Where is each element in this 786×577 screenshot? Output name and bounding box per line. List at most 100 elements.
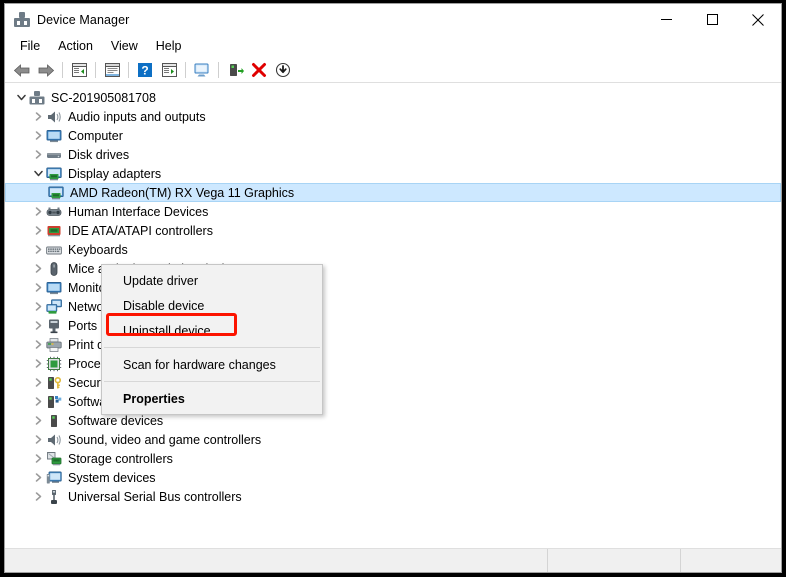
tree-item-label: Storage controllers [68,451,173,466]
tree-item-disk-drives[interactable]: Disk drives [5,145,781,164]
chevron-right-icon[interactable] [30,223,46,239]
speaker-icon [46,432,62,448]
chevron-right-icon[interactable] [30,489,46,505]
tree-item-computer[interactable]: Computer [5,126,781,145]
back-arrow-icon[interactable] [10,59,34,81]
mouse-icon [46,261,62,277]
tree-item-keyboards[interactable]: Keyboards [5,240,781,259]
keyboard-icon [46,242,62,258]
chevron-right-icon[interactable] [30,128,46,144]
tree-item-human-interface-devices[interactable]: Human Interface Devices [5,202,781,221]
menu-file[interactable]: File [11,37,49,56]
status-bar [5,548,781,572]
processor-icon [46,356,62,372]
title-bar: Device Manager [5,4,781,35]
chevron-right-icon[interactable] [30,318,46,334]
show-hide-console-tree-icon[interactable] [67,59,91,81]
tree-root-node[interactable]: SC-201905081708 [5,88,781,107]
system-device-icon [46,470,62,486]
maximize-button[interactable] [689,4,735,35]
tree-item-amd-radeon-graphics[interactable]: AMD Radeon(TM) RX Vega 11 Graphics [5,183,781,202]
help-icon[interactable]: ? [133,59,157,81]
disk-drive-icon [46,147,62,163]
context-menu-item-disable-device[interactable]: Disable device [102,293,322,318]
menu-view[interactable]: View [102,37,147,56]
update-driver-icon[interactable] [157,59,181,81]
printer-icon [46,337,62,353]
chevron-right-icon[interactable] [30,413,46,429]
tree-item-universal-serial-bus-controllers[interactable]: Universal Serial Bus controllers [5,487,781,506]
ide-controller-icon [46,223,62,239]
tree-item-label: AMD Radeon(TM) RX Vega 11 Graphics [70,185,295,200]
chevron-right-icon[interactable] [30,204,46,220]
chevron-right-icon[interactable] [30,147,46,163]
software-device-icon [46,413,62,429]
tree-item-label: Disk drives [68,147,130,162]
tree-item-sound-video-and-game-controllers[interactable]: Sound, video and game controllers [5,430,781,449]
properties-icon[interactable] [100,59,124,81]
chevron-right-icon[interactable] [30,299,46,315]
chevron-right-icon[interactable] [30,337,46,353]
chevron-right-icon[interactable] [30,470,46,486]
tree-item-system-devices[interactable]: System devices [5,468,781,487]
toolbar: ? [5,58,781,83]
tree-item-label: Audio inputs and outputs [68,109,206,124]
chevron-right-icon[interactable] [30,261,46,277]
menu-action[interactable]: Action [49,37,102,56]
context-menu-item-update-driver[interactable]: Update driver [102,268,322,293]
display-adapter-icon [46,166,62,182]
tree-item-audio-inputs-and-outputs[interactable]: Audio inputs and outputs [5,107,781,126]
chevron-right-icon[interactable] [30,375,46,391]
chevron-right-icon[interactable] [30,109,46,125]
close-button[interactable] [735,4,781,35]
display-adapter-icon [48,185,64,201]
chevron-right-icon[interactable] [30,432,46,448]
menu-bar: File Action View Help [5,35,781,58]
tree-item-label: Sound, video and game controllers [68,432,262,447]
disable-device-icon[interactable] [271,59,295,81]
forward-arrow-icon[interactable] [34,59,58,81]
update-driver-software-icon[interactable] [223,59,247,81]
svg-text:?: ? [141,64,148,78]
monitor-icon [46,128,62,144]
tree-item-label: Display adapters [68,166,162,181]
speaker-icon [46,109,62,125]
toolbar-separator [218,62,219,78]
toolbar-separator [95,62,96,78]
network-adapter-icon [46,298,62,315]
chevron-down-icon[interactable] [30,166,46,182]
tree-item-label: IDE ATA/ATAPI controllers [68,223,213,238]
security-device-icon [46,375,62,391]
tree-item-ide-ata-atapi-controllers[interactable]: IDE ATA/ATAPI controllers [5,221,781,240]
hid-icon [46,204,62,220]
port-icon [46,318,62,334]
status-pane-2 [548,549,681,572]
minimize-button[interactable] [643,4,689,35]
chevron-right-icon[interactable] [30,451,46,467]
chevron-right-icon[interactable] [30,394,46,410]
uninstall-device-icon[interactable] [247,59,271,81]
window-title: Device Manager [37,12,130,27]
toolbar-separator [62,62,63,78]
chevron-right-icon[interactable] [30,242,46,258]
chevron-down-icon[interactable] [13,90,29,106]
context-menu-separator [104,381,320,382]
device-tree[interactable]: SC-201905081708 Audio inputs and outputs [5,83,781,548]
context-menu-item-uninstall-device[interactable]: Uninstall device [102,318,322,343]
menu-help[interactable]: Help [147,37,191,56]
context-menu-item-scan-for-hardware-changes[interactable]: Scan for hardware changes [102,352,322,377]
device-manager-window: Device Manager File Action View Help ? S… [4,3,782,573]
tree-item-label: Software devices [68,413,164,428]
tree-item-display-adapters[interactable]: Display adapters [5,164,781,183]
chevron-right-icon[interactable] [30,280,46,296]
computer-root-icon [29,90,45,106]
tree-item-storage-controllers[interactable]: Storage controllers [5,449,781,468]
context-menu: Update driver Disable device Uninstall d… [101,264,323,415]
scan-for-hardware-changes-icon[interactable] [190,59,214,81]
status-pane-1 [5,549,548,572]
tree-item-label: System devices [68,470,156,485]
toolbar-separator [128,62,129,78]
chevron-right-icon[interactable] [30,356,46,372]
context-menu-item-properties[interactable]: Properties [102,386,322,411]
tree-item-label: Human Interface Devices [68,204,209,219]
